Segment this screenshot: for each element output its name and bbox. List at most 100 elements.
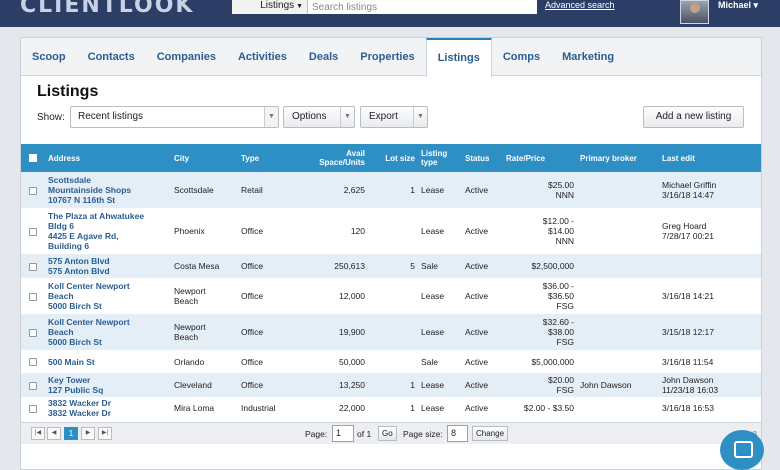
- cell-address[interactable]: Koll Center Newport Beach 5000 Birch St: [45, 314, 171, 350]
- cell-city-line: Orlando: [174, 356, 205, 367]
- last-page-icon[interactable]: ▶|: [98, 427, 112, 440]
- search-type-dropdown[interactable]: Listings ▼: [232, 0, 308, 14]
- cell-edit-line: Greg Hoard: [662, 221, 707, 231]
- col-header-lot-size[interactable]: Lot size: [368, 144, 418, 172]
- main-card: Scoop Contacts Companies Activities Deals Pro…: [20, 37, 762, 470]
- cell-address[interactable]: Scottsdale Mountainside Shops 10767 N 116t…: [45, 172, 171, 208]
- row-checkbox-cell: [21, 314, 45, 350]
- cell-type: Industrial: [241, 403, 276, 413]
- avatar[interactable]: [680, 0, 709, 24]
- cell-address-line: Scottsdale: [48, 175, 91, 185]
- cell-rate: $2,500,000: [503, 254, 577, 278]
- cell-rate-line: $20.00: [548, 375, 574, 385]
- tab-properties[interactable]: Properties: [349, 38, 425, 76]
- tab-deals[interactable]: Deals: [298, 38, 349, 76]
- cell-status: Active: [462, 254, 503, 278]
- col-header-type[interactable]: Type: [238, 144, 298, 172]
- table-row[interactable]: 575 Anton Blvd 575 Anton Blvd Costa Mesa Of…: [21, 254, 761, 278]
- row-checkbox[interactable]: [29, 328, 37, 337]
- col-header-city[interactable]: City: [171, 144, 238, 172]
- row-checkbox[interactable]: [29, 262, 37, 271]
- col-header-status[interactable]: Status: [462, 144, 503, 172]
- cell-address[interactable]: 3832 Wacker Dr 3832 Wacker Dr: [45, 397, 171, 419]
- cell-edit-line: 3/16/18 14:47: [662, 190, 714, 200]
- page-1-button[interactable]: 1: [64, 427, 78, 440]
- select-all-checkbox[interactable]: [21, 144, 45, 172]
- col-header-avail[interactable]: Avail Space/Units: [298, 144, 368, 172]
- row-checkbox[interactable]: [29, 381, 37, 390]
- cell-edit-line: 3/16/18 14:21: [662, 291, 714, 301]
- table-row[interactable]: Key Tower 127 Public Sq Cleveland Office 13,…: [21, 373, 761, 397]
- col-header-last-edit[interactable]: Last edit: [659, 144, 761, 172]
- row-checkbox[interactable]: [29, 358, 37, 367]
- cell-address-line: 10767 N 116th St: [48, 195, 116, 205]
- row-checkbox[interactable]: [29, 186, 37, 195]
- export-button[interactable]: Export ▼: [360, 106, 428, 128]
- tab-activities[interactable]: Activities: [227, 38, 298, 76]
- chat-icon[interactable]: [720, 430, 764, 470]
- cell-status: Active: [465, 291, 489, 301]
- cell-type: Office: [238, 254, 298, 278]
- cell-edit: 3/16/18 16:53: [659, 397, 761, 419]
- cell-lot: 1: [410, 403, 415, 413]
- cell-edit: John Dawson 11/23/18 16:03: [659, 373, 761, 397]
- cell-edit-line: 3/16/18 11:54: [662, 356, 714, 367]
- search-input[interactable]: [308, 0, 537, 14]
- table-row[interactable]: 3832 Wacker Dr 3832 Wacker Dr Mira Loma Ind…: [21, 397, 761, 419]
- cell-lot: [368, 350, 418, 373]
- cell-ltype: Lease: [418, 314, 462, 350]
- row-checkbox[interactable]: [29, 292, 37, 301]
- go-button[interactable]: Go: [378, 426, 397, 441]
- cell-address[interactable]: 575 Anton Blvd 575 Anton Blvd: [45, 254, 171, 278]
- user-menu[interactable]: Michael ▾: [718, 0, 758, 11]
- tab-contacts[interactable]: Contacts: [77, 38, 146, 76]
- page-size-input[interactable]: 8: [447, 425, 468, 442]
- cell-broker: [577, 397, 659, 419]
- advanced-search-link[interactable]: Advanced search: [545, 0, 615, 10]
- table-row[interactable]: 500 Main St Orlando Office 50,000 Sale Active…: [21, 350, 761, 373]
- table-row[interactable]: The Plaza at Ahwatukee Bldg 6 4425 E Agave…: [21, 208, 761, 254]
- cell-address[interactable]: Key Tower 127 Public Sq: [45, 373, 171, 397]
- cell-edit-line: 3/16/18 16:53: [662, 403, 714, 413]
- add-listing-button[interactable]: Add a new listing: [643, 106, 744, 128]
- cell-address-line: 3832 Wacker Dr: [48, 398, 112, 408]
- cell-edit: [659, 254, 761, 278]
- cell-lot: 5: [368, 254, 418, 278]
- cell-address[interactable]: Koll Center Newport Beach 5000 Birch St: [45, 278, 171, 314]
- tab-marketing[interactable]: Marketing: [551, 38, 625, 76]
- row-checkbox[interactable]: [29, 404, 37, 413]
- table-row[interactable]: Koll Center Newport Beach 5000 Birch St New…: [21, 314, 761, 350]
- col-header-rate[interactable]: Rate/Price: [503, 144, 577, 172]
- page-label: Page:: [305, 429, 328, 439]
- col-header-listing-type[interactable]: Listing type: [418, 144, 462, 172]
- tab-companies[interactable]: Companies: [146, 38, 227, 76]
- cell-address-line: Beach: [48, 327, 74, 337]
- prev-page-icon[interactable]: ◀: [47, 427, 61, 440]
- listings-table: Address City Type Avail Space/Units Lot …: [21, 144, 761, 419]
- cell-rate-line: $32.60 -: [542, 317, 574, 327]
- cell-address[interactable]: The Plaza at Ahwatukee Bldg 6 4425 E Agave…: [45, 208, 171, 254]
- show-select[interactable]: Recent listings ▼: [70, 106, 279, 128]
- cell-type: Office: [238, 314, 298, 350]
- col-header-broker[interactable]: Primary broker: [577, 144, 659, 172]
- table-row[interactable]: Koll Center Newport Beach 5000 Birch St New…: [21, 278, 761, 314]
- tab-comps[interactable]: Comps: [492, 38, 551, 76]
- cell-ltype: Lease: [421, 403, 445, 413]
- search-type-label: Listings: [260, 0, 295, 11]
- change-button[interactable]: Change: [472, 426, 509, 441]
- tab-listings[interactable]: Listings: [425, 38, 492, 77]
- col-header-address[interactable]: Address: [45, 144, 171, 172]
- app-logo[interactable]: CLIENTLOOK: [20, 0, 194, 18]
- cell-edit: 3/15/18 12:17: [659, 314, 761, 350]
- options-button[interactable]: Options ▼: [283, 106, 355, 128]
- table-row[interactable]: Scottsdale Mountainside Shops 10767 N 116t…: [21, 172, 761, 208]
- next-page-icon[interactable]: ▶: [81, 427, 95, 440]
- cell-address[interactable]: 500 Main St: [45, 350, 171, 373]
- page-number-input[interactable]: 1: [332, 425, 354, 442]
- cell-city-line: Newport: [174, 322, 206, 332]
- first-page-icon[interactable]: |◀: [31, 427, 45, 440]
- tab-scoop[interactable]: Scoop: [21, 38, 77, 76]
- cell-rate: $36.00 - $36.50 FSG: [503, 278, 577, 314]
- cell-city-line: Phoenix: [174, 226, 205, 236]
- row-checkbox[interactable]: [29, 227, 37, 236]
